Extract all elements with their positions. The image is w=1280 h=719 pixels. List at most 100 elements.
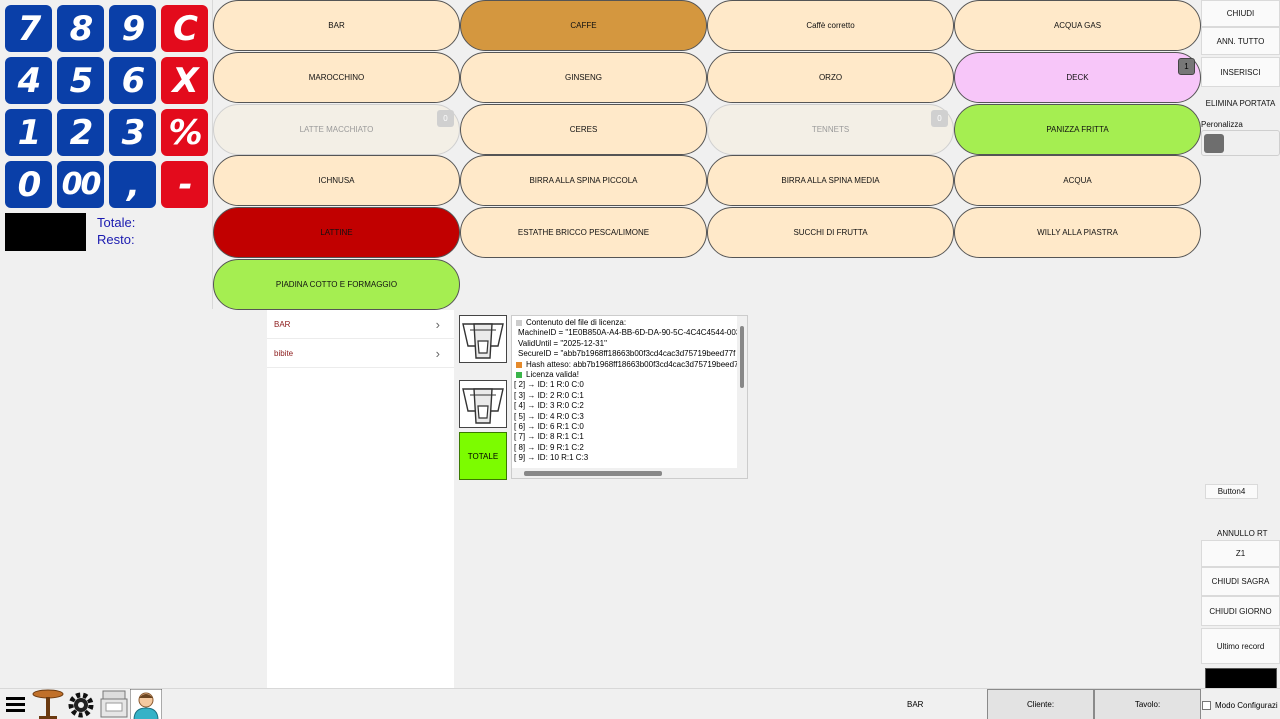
product-piadina[interactable]: PIADINA COTTO E FORMAGGIO bbox=[213, 259, 460, 310]
key-8[interactable]: 8 bbox=[57, 5, 104, 52]
key-1[interactable]: 1 bbox=[5, 109, 52, 156]
product-latte-macchiato[interactable]: LATTE MACCHIATO 0 bbox=[213, 104, 460, 155]
product-label: ICHNUSA bbox=[318, 176, 355, 185]
log-line: [ 2] → ID: 1 R:0 C:0 bbox=[514, 380, 584, 390]
product-caffe-corretto[interactable]: Caffè corretto bbox=[707, 0, 954, 51]
product-label: ORZO bbox=[818, 73, 843, 82]
tavolo-field[interactable]: Tavolo: bbox=[1094, 689, 1201, 719]
numeric-keypad: 7 8 9 C 4 5 6 X 1 2 3 % 0 00 , - Totale:… bbox=[0, 0, 213, 309]
product-deck[interactable]: DECK 1 bbox=[954, 52, 1201, 103]
product-acqua-gas[interactable]: ACQUA GAS bbox=[954, 0, 1201, 51]
receipt-printer-tile-2[interactable] bbox=[459, 380, 507, 428]
category-label: BAR bbox=[274, 319, 291, 329]
log-lines: Contenuto del file di licenza: MachineID… bbox=[514, 318, 738, 468]
inserisci-button[interactable]: INSERISCI bbox=[1201, 57, 1280, 87]
check-icon bbox=[516, 371, 522, 378]
log-line: [ 4] → ID: 3 R:0 C:2 bbox=[514, 401, 584, 411]
cliente-field[interactable]: Cliente: bbox=[987, 689, 1094, 719]
product-label: PIADINA COTTO E FORMAGGIO bbox=[275, 280, 398, 289]
key-3[interactable]: 3 bbox=[109, 109, 156, 156]
totale-button[interactable]: TOTALE bbox=[459, 432, 507, 480]
receipt-printer-tile[interactable] bbox=[459, 315, 507, 363]
bar-label: BAR bbox=[907, 700, 924, 709]
ultimo-record-button[interactable]: Ultimo record bbox=[1201, 628, 1280, 664]
chevron-right-icon: › bbox=[435, 345, 440, 361]
key-4[interactable]: 4 bbox=[5, 57, 52, 104]
key-00[interactable]: 00 bbox=[57, 161, 104, 208]
z1-button[interactable]: Z1 bbox=[1201, 540, 1280, 567]
category-label: bibite bbox=[274, 348, 294, 358]
ann-tutto-button[interactable]: ANN. TUTTO bbox=[1201, 27, 1280, 55]
product-willy-piastra[interactable]: WILLY ALLA PIASTRA bbox=[954, 207, 1201, 258]
product-label: CERES bbox=[569, 125, 598, 134]
totale-label: Totale: bbox=[97, 215, 136, 230]
product-acqua[interactable]: ACQUA bbox=[954, 155, 1201, 206]
product-label: BAR bbox=[328, 21, 345, 30]
horizontal-scrollbar[interactable] bbox=[512, 468, 747, 478]
chiudi-giorno-button[interactable]: CHIUDI GIORNO bbox=[1201, 596, 1280, 626]
scroll-thumb[interactable] bbox=[740, 326, 744, 388]
product-bar[interactable]: BAR bbox=[213, 0, 460, 51]
product-succhi-frutta[interactable]: SUCCHI DI FRUTTA bbox=[707, 207, 954, 258]
key-multiply[interactable]: X bbox=[161, 57, 208, 104]
vertical-scrollbar[interactable] bbox=[737, 316, 747, 468]
key-0[interactable]: 0 bbox=[5, 161, 52, 208]
product-estathe[interactable]: ESTATHE BRICCO PESCA/LIMONE bbox=[460, 207, 707, 258]
product-birra-spina-piccola[interactable]: BIRRA ALLA SPINA PICCOLA bbox=[460, 155, 707, 206]
personalizza-toggle[interactable] bbox=[1201, 130, 1280, 156]
product-marocchino[interactable]: MAROCCHINO bbox=[213, 52, 460, 103]
product-ichnusa[interactable]: ICHNUSA bbox=[213, 155, 460, 206]
key-minus[interactable]: - bbox=[161, 161, 208, 208]
log-line: ValidUntil = "2025-12-31" bbox=[518, 338, 607, 348]
elimina-portata-button[interactable]: ELIMINA PORTATA bbox=[1201, 89, 1280, 117]
modo-configurazione-label: Modo Configurazi bbox=[1215, 701, 1278, 710]
key-comma[interactable]: , bbox=[109, 161, 156, 208]
lock-icon bbox=[516, 361, 522, 368]
product-orzo[interactable]: ORZO bbox=[707, 52, 954, 103]
menu-icon[interactable] bbox=[0, 689, 32, 719]
license-log[interactable]: Contenuto del file di licenza: MachineID… bbox=[511, 315, 748, 479]
resto-label: Resto: bbox=[97, 232, 135, 247]
scroll-thumb[interactable] bbox=[524, 471, 662, 476]
log-line: [ 8] → ID: 9 R:1 C:2 bbox=[514, 442, 584, 452]
bottom-bar: BAR Cliente: Tavolo: Modo Configurazi bbox=[0, 688, 1280, 719]
chevron-right-icon: › bbox=[435, 316, 440, 332]
personalizza-label: Peronalizza bbox=[1201, 120, 1243, 129]
button4[interactable]: Button4 bbox=[1205, 484, 1258, 499]
product-birra-spina-media[interactable]: BIRRA ALLA SPINA MEDIA bbox=[707, 155, 954, 206]
modo-configurazione-checkbox[interactable] bbox=[1202, 701, 1211, 710]
category-item-bibite[interactable]: bibite › bbox=[267, 339, 454, 368]
annullo-rt-button[interactable]: ANNULLO RT bbox=[1217, 529, 1268, 538]
key-9[interactable]: 9 bbox=[109, 5, 156, 52]
quantity-badge: 1 bbox=[1178, 58, 1195, 75]
product-tennets[interactable]: TENNETS 0 bbox=[707, 104, 954, 155]
order-panel bbox=[0, 310, 267, 688]
amount-display bbox=[5, 213, 86, 251]
product-label: Caffè corretto bbox=[806, 21, 855, 30]
table-icon[interactable] bbox=[32, 689, 64, 719]
fiscal-printer-icon[interactable] bbox=[98, 689, 130, 719]
receipt-printer-icon bbox=[462, 323, 504, 359]
log-line: [ 3] → ID: 2 R:0 C:1 bbox=[514, 390, 584, 400]
chiudi-button[interactable]: CHIUDI bbox=[1201, 0, 1280, 27]
key-2[interactable]: 2 bbox=[57, 109, 104, 156]
product-lattine[interactable]: LATTINE bbox=[213, 207, 460, 258]
waiter-avatar-icon[interactable] bbox=[129, 688, 163, 719]
product-ginseng[interactable]: GINSENG bbox=[460, 52, 707, 103]
product-ceres[interactable]: CERES bbox=[460, 104, 707, 155]
key-6[interactable]: 6 bbox=[109, 57, 156, 104]
quantity-badge: 0 bbox=[437, 110, 454, 127]
gear-icon[interactable] bbox=[65, 689, 97, 719]
chiudi-sagra-button[interactable]: CHIUDI SAGRA bbox=[1201, 567, 1280, 596]
key-7[interactable]: 7 bbox=[5, 5, 52, 52]
product-panizza-fritta[interactable]: PANIZZA FRITTA bbox=[954, 104, 1201, 155]
key-5[interactable]: 5 bbox=[57, 57, 104, 104]
category-list: BAR › bibite › bbox=[267, 310, 454, 688]
product-caffe[interactable]: CAFFE bbox=[460, 0, 707, 51]
product-label: ESTATHE BRICCO PESCA/LIMONE bbox=[517, 228, 650, 237]
log-line: SecureID = "abb7b1968ff18663b00f3cd4cac3… bbox=[518, 349, 736, 359]
key-percent[interactable]: % bbox=[161, 109, 208, 156]
key-clear[interactable]: C bbox=[161, 5, 208, 52]
category-item-bar[interactable]: BAR › bbox=[267, 310, 454, 339]
toggle-knob bbox=[1204, 134, 1224, 153]
